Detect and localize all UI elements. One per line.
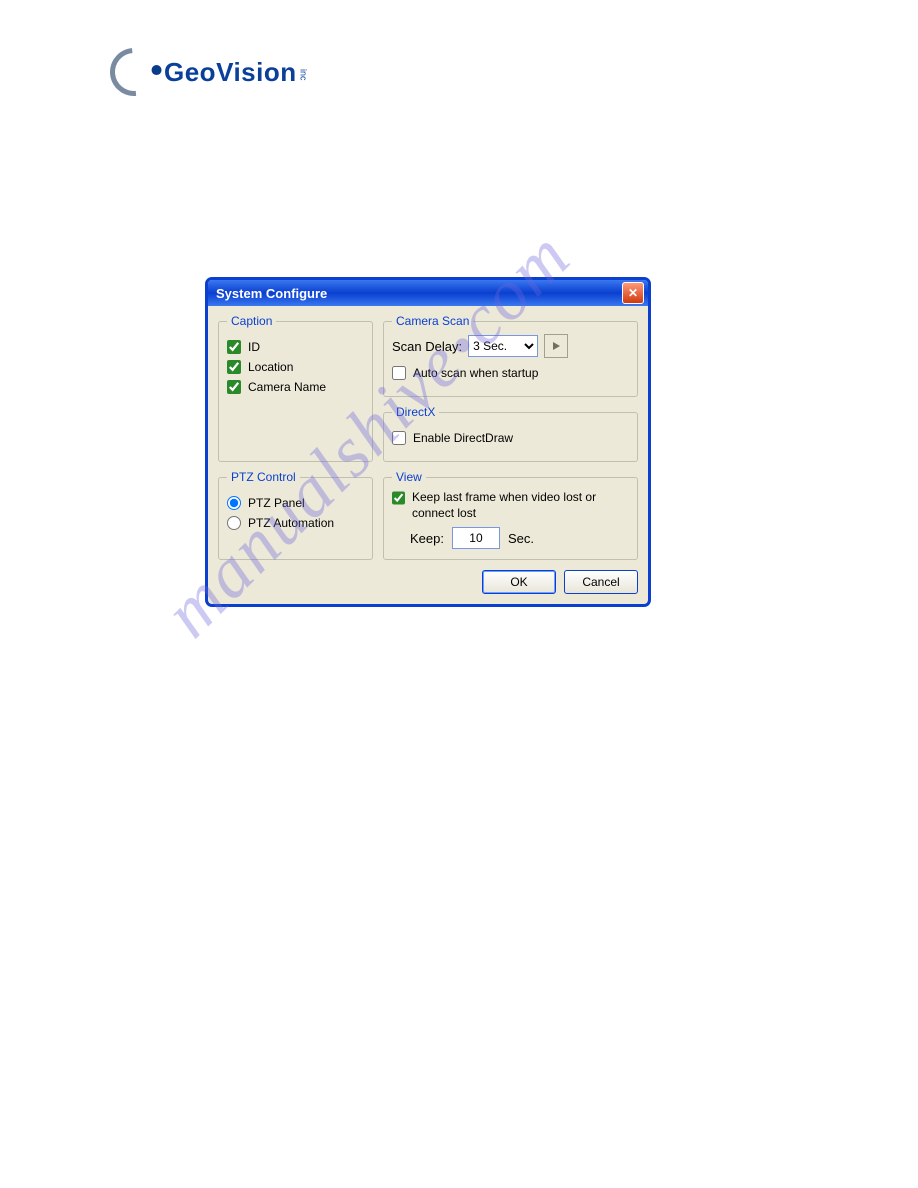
id-checkbox[interactable] bbox=[227, 340, 241, 354]
keep-value-input[interactable] bbox=[452, 527, 500, 549]
cancel-button[interactable]: Cancel bbox=[564, 570, 638, 594]
camera-name-label: Camera Name bbox=[248, 380, 326, 394]
id-label: ID bbox=[248, 340, 260, 354]
camera-name-checkbox[interactable] bbox=[227, 380, 241, 394]
ptz-automation-radio[interactable] bbox=[227, 516, 241, 530]
enable-directdraw-label: Enable DirectDraw bbox=[413, 431, 513, 445]
camerascan-legend: Camera Scan bbox=[392, 314, 473, 328]
dialog-button-row: OK Cancel bbox=[218, 570, 638, 594]
location-label: Location bbox=[248, 360, 293, 374]
play-icon bbox=[551, 341, 561, 351]
dialog-title: System Configure bbox=[216, 286, 327, 301]
ok-button[interactable]: OK bbox=[482, 570, 556, 594]
ptz-legend: PTZ Control bbox=[227, 470, 300, 484]
logo-crescent-icon bbox=[100, 38, 168, 106]
close-icon: ✕ bbox=[628, 286, 638, 300]
location-checkbox[interactable] bbox=[227, 360, 241, 374]
brand-logo: GeoVision inc bbox=[110, 48, 309, 96]
scan-play-button[interactable] bbox=[544, 334, 568, 358]
keeplast-checkbox[interactable] bbox=[392, 491, 405, 505]
scan-delay-select[interactable]: 3 Sec. bbox=[468, 335, 538, 357]
view-legend: View bbox=[392, 470, 426, 484]
enable-directdraw-checkbox[interactable] bbox=[392, 431, 406, 445]
directx-group: DirectX Enable DirectDraw bbox=[383, 405, 638, 462]
ptz-panel-radio[interactable] bbox=[227, 496, 241, 510]
ptz-panel-label: PTZ Panel bbox=[248, 496, 305, 510]
ptz-control-group: PTZ Control PTZ Panel PTZ Automation bbox=[218, 470, 373, 560]
view-group: View Keep last frame when video lost or … bbox=[383, 470, 638, 560]
titlebar[interactable]: System Configure ✕ bbox=[208, 280, 648, 306]
directx-legend: DirectX bbox=[392, 405, 439, 419]
keep-unit: Sec. bbox=[508, 531, 534, 546]
logo-dot-icon bbox=[152, 65, 162, 75]
autoscan-checkbox[interactable] bbox=[392, 366, 406, 380]
close-button[interactable]: ✕ bbox=[622, 282, 644, 304]
logo-text: GeoVision bbox=[164, 57, 297, 88]
system-configure-dialog: System Configure ✕ Caption ID Location C… bbox=[206, 278, 650, 606]
keep-label: Keep: bbox=[410, 531, 444, 546]
caption-group: Caption ID Location Camera Name bbox=[218, 314, 373, 462]
ptz-automation-label: PTZ Automation bbox=[248, 516, 334, 530]
camera-scan-group: Camera Scan Scan Delay: 3 Sec. Auto scan… bbox=[383, 314, 638, 397]
keeplast-label: Keep last frame when video lost or conne… bbox=[412, 490, 629, 521]
caption-legend: Caption bbox=[227, 314, 276, 328]
autoscan-label: Auto scan when startup bbox=[413, 366, 538, 380]
scan-delay-label: Scan Delay: bbox=[392, 339, 462, 354]
logo-inc: inc bbox=[299, 69, 309, 81]
